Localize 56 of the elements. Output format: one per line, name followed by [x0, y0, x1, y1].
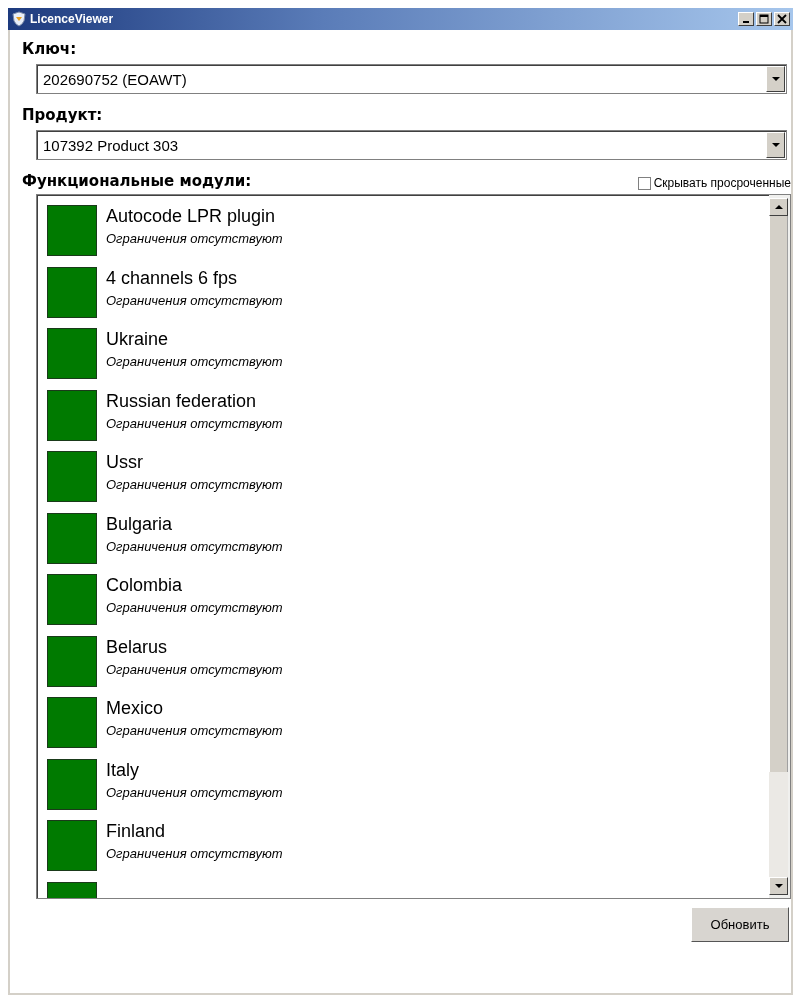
module-name: Russian federation	[106, 389, 258, 412]
module-name: Belarus	[106, 635, 169, 658]
module-restriction: Ограничения отсутствуют	[106, 231, 283, 246]
module-status-square	[47, 758, 97, 810]
shield-icon	[11, 11, 27, 27]
dropdown-arrow-icon	[771, 77, 780, 81]
dropdown-arrow-icon	[771, 143, 780, 147]
scroll-up-button[interactable]	[769, 198, 788, 216]
module-status-square	[47, 266, 97, 318]
window-title: LicenceViewer	[30, 12, 114, 26]
up-arrow-icon	[774, 205, 783, 209]
module-restriction: Ограничения отсутствуют	[106, 846, 283, 861]
module-restriction: Ограничения отсутствуют	[106, 600, 283, 615]
module-status-square	[47, 512, 97, 564]
module-status-square	[47, 389, 97, 441]
module-status-square	[47, 820, 97, 871]
minimize-button[interactable]	[738, 12, 754, 26]
key-label: Ключ:	[22, 40, 78, 58]
close-button[interactable]	[774, 12, 790, 26]
scroll-thumb[interactable]	[769, 216, 788, 772]
close-icon	[777, 14, 787, 24]
module-restriction: Ограничения отсутствуют	[106, 292, 283, 308]
module-status-square	[47, 574, 97, 625]
module-restriction: Ограничения отсутствуют	[106, 477, 283, 492]
module-name: Autocode LPR plugin	[106, 205, 277, 227]
maximize-icon	[759, 14, 769, 24]
module-name: Colombia	[106, 574, 184, 596]
scrollbar[interactable]	[769, 195, 790, 898]
module-restriction: Ограничения отсутствуют	[106, 784, 283, 800]
module-name: Mexico	[106, 697, 164, 719]
module-restriction: Ограничения отсутствуют	[106, 723, 283, 738]
module-status-square	[47, 205, 97, 256]
module-name: Ukraine	[106, 328, 170, 350]
module-status-square	[47, 328, 97, 379]
module-restriction: Ограничения отсутствуют	[106, 415, 283, 431]
module-restriction: Ограничения отсутствуют	[106, 661, 283, 677]
module-status-square	[47, 697, 97, 748]
product-dropdown[interactable]: 107392 Product 303	[36, 130, 787, 160]
modules-label: Функциональные модули:	[22, 172, 252, 190]
module-name: Italy	[106, 758, 140, 781]
refresh-button[interactable]: Обновить	[691, 907, 789, 942]
down-arrow-icon	[774, 884, 783, 888]
module-status-square	[47, 635, 97, 687]
product-label: Продукт:	[22, 106, 104, 124]
module-name: Ussr	[106, 451, 144, 473]
hide-expired-checkbox[interactable]: Скрывать просроченные	[637, 176, 791, 190]
key-dropdown[interactable]: 202690752 (EOAWT)	[36, 64, 787, 94]
module-restriction: Ограничения отсутствуют	[106, 354, 283, 369]
module-status-square	[47, 451, 97, 502]
module-name: Bulgaria	[106, 512, 174, 535]
module-name: 4 channels 6 fps	[106, 266, 239, 289]
maximize-button[interactable]	[756, 12, 772, 26]
module-name: Finland	[106, 820, 167, 842]
module-restriction: Ограничения отсутствуют	[106, 538, 283, 554]
scroll-down-button[interactable]	[769, 877, 788, 895]
minimize-icon	[743, 21, 749, 23]
